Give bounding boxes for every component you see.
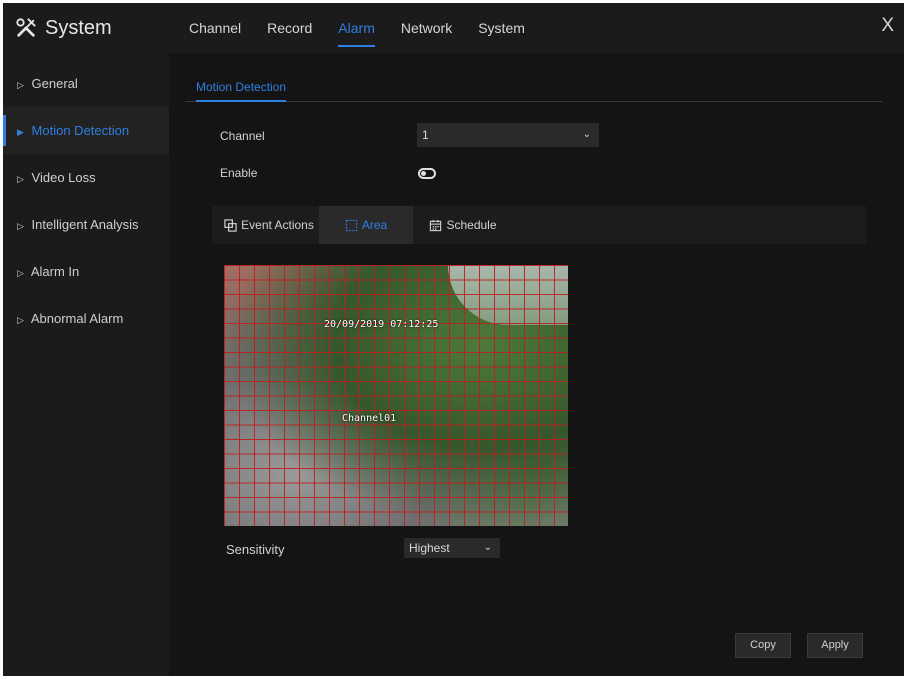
copy-button[interactable]: Copy bbox=[735, 633, 791, 658]
segment-event-actions[interactable]: Event Actions bbox=[222, 206, 316, 244]
tab-system[interactable]: System bbox=[478, 3, 525, 53]
sidebar-item-label: Motion Detection bbox=[31, 123, 130, 138]
main-tabs: Channel Record Alarm Network System bbox=[189, 3, 551, 53]
apply-button[interactable]: Apply bbox=[807, 633, 863, 658]
chevron-down-icon: ⌄ bbox=[582, 129, 591, 140]
tab-channel[interactable]: Channel bbox=[189, 3, 241, 53]
caret-right-filled-icon: ▶ bbox=[17, 127, 24, 137]
segment-schedule[interactable]: Schedule bbox=[416, 206, 510, 244]
enable-label: Enable bbox=[220, 166, 258, 180]
app-title: System bbox=[45, 16, 112, 39]
sidebar-item-motion-detection[interactable]: ▶ Motion Detection bbox=[3, 107, 169, 154]
sidebar-item-label: Abnormal Alarm bbox=[30, 311, 124, 326]
tools-icon bbox=[16, 18, 36, 37]
enable-toggle[interactable] bbox=[418, 168, 436, 179]
sidebar-item-alarm-in[interactable]: ▷ Alarm In bbox=[3, 248, 169, 295]
segment-area[interactable]: Area bbox=[319, 206, 413, 244]
motion-area-grid[interactable]: 20/09/2019 07:12:25 Channel01 bbox=[224, 265, 568, 526]
app-brand: System bbox=[15, 16, 112, 40]
setting-segments: Event Actions Area Schedule bbox=[212, 206, 866, 244]
segment-label: Event Actions bbox=[241, 218, 314, 232]
caret-right-outline-icon: ▷ bbox=[17, 268, 24, 278]
sidebar-item-label: Video Loss bbox=[31, 170, 96, 185]
sidebar-item-intelligent-analysis[interactable]: ▷ Intelligent Analysis bbox=[3, 201, 169, 248]
sidebar-item-abnormal-alarm[interactable]: ▷ Abnormal Alarm bbox=[3, 295, 169, 342]
tab-alarm[interactable]: Alarm bbox=[338, 3, 375, 53]
sensitivity-label: Sensitivity bbox=[226, 542, 285, 557]
segment-label: Area bbox=[361, 218, 388, 232]
caret-right-outline-icon: ▷ bbox=[17, 174, 24, 184]
channel-label: Channel bbox=[220, 129, 265, 143]
video-channel-osd: Channel01 bbox=[342, 413, 397, 424]
calendar-icon bbox=[430, 219, 442, 231]
sensitivity-value: Highest bbox=[409, 541, 450, 555]
detection-grid[interactable] bbox=[224, 265, 568, 526]
main-panel: Motion Detection Channel 1 ⌄ Enable Even… bbox=[169, 53, 904, 676]
tab-network[interactable]: Network bbox=[401, 3, 452, 53]
sidebar-item-general[interactable]: ▷ General bbox=[3, 60, 169, 107]
area-icon bbox=[345, 219, 357, 231]
toggle-knob bbox=[421, 171, 426, 176]
video-timestamp: 20/09/2019 07:12:25 bbox=[324, 319, 439, 330]
tab-record[interactable]: Record bbox=[267, 3, 312, 53]
sidebar-item-label: General bbox=[31, 76, 78, 91]
caret-right-outline-icon: ▷ bbox=[17, 315, 24, 325]
sidebar-item-label: Intelligent Analysis bbox=[31, 217, 139, 232]
subtab-row: Motion Detection bbox=[185, 76, 882, 102]
top-bar: System Channel Record Alarm Network Syst… bbox=[3, 3, 904, 53]
channel-select-value: 1 bbox=[422, 128, 429, 142]
chevron-down-icon: ⌄ bbox=[483, 542, 492, 553]
sidebar-item-label: Alarm In bbox=[30, 264, 80, 279]
channel-select[interactable]: 1 ⌄ bbox=[417, 123, 599, 147]
system-window: System Channel Record Alarm Network Syst… bbox=[3, 3, 904, 676]
close-icon[interactable]: X bbox=[881, 15, 894, 37]
caret-right-outline-icon: ▷ bbox=[17, 221, 24, 231]
sidebar-item-video-loss[interactable]: ▷ Video Loss bbox=[3, 154, 169, 201]
subtab-motion-detection[interactable]: Motion Detection bbox=[196, 80, 287, 102]
caret-right-outline-icon: ▷ bbox=[17, 80, 24, 90]
sensitivity-select[interactable]: Highest ⌄ bbox=[404, 538, 500, 558]
sidebar: ▷ General ▶ Motion Detection ▷ Video Los… bbox=[3, 53, 169, 676]
event-actions-icon bbox=[224, 218, 237, 232]
segment-label: Schedule bbox=[446, 218, 497, 232]
